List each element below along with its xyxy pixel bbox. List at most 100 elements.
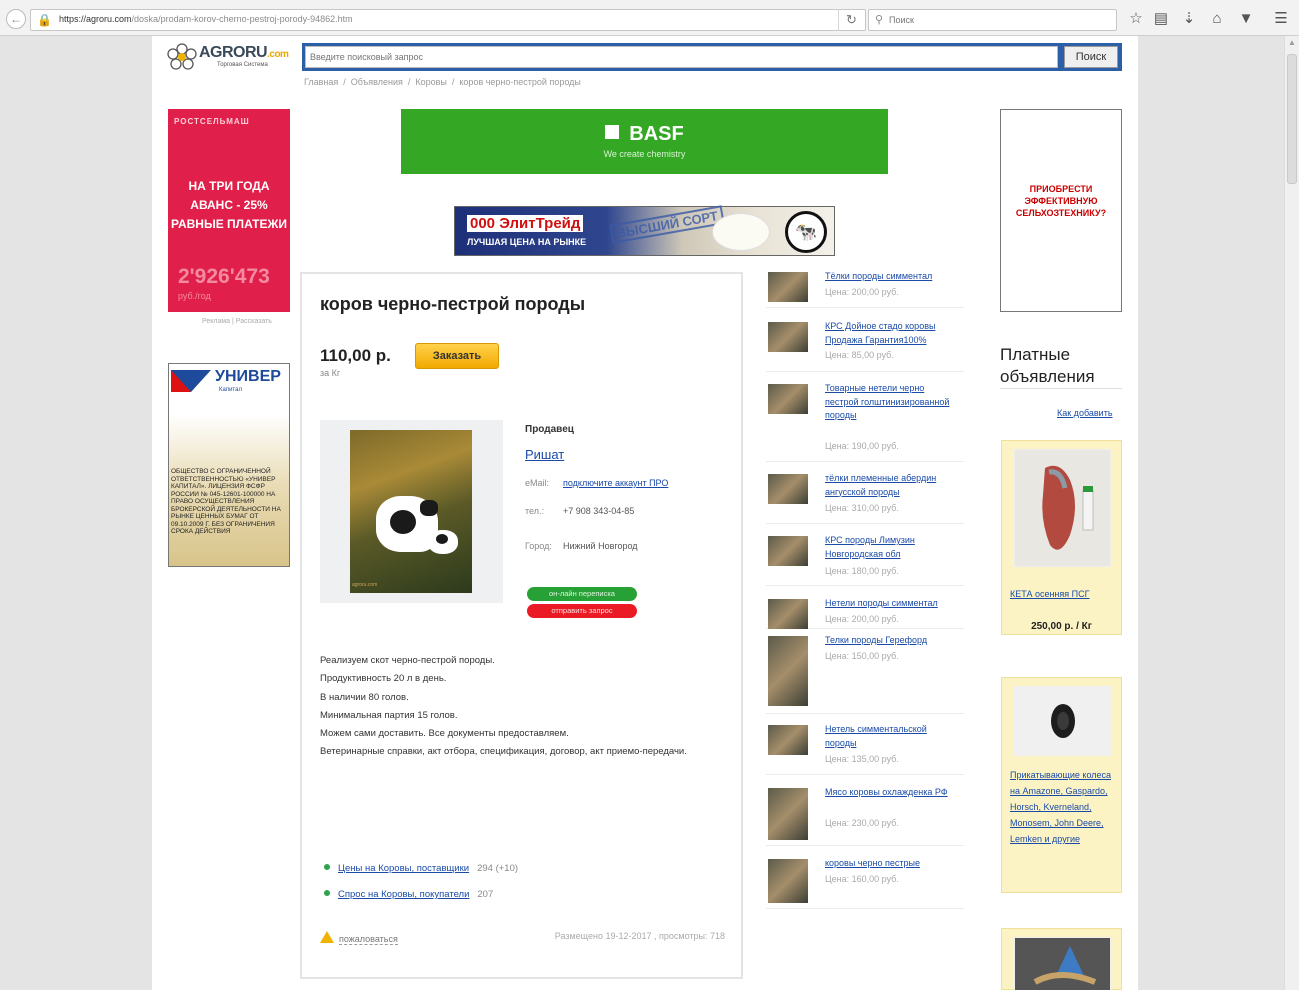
lock-icon: 🔒: [37, 13, 52, 27]
listing-thumbnail: [768, 788, 808, 840]
address-bar[interactable]: 🔒 https://agroru.com/doska/prodam-korov-…: [30, 9, 866, 31]
pocket-icon[interactable]: ▼: [1236, 9, 1256, 29]
listing-description: Реализуем скот черно-пестрой породы. Про…: [320, 655, 687, 758]
pro-account-link[interactable]: подключите аккаунт ПРО: [563, 478, 668, 488]
milk-glass-icon: [712, 213, 770, 251]
address-url: https://agroru.com/doska/prodam-korov-ch…: [59, 14, 353, 24]
reload-icon[interactable]: ↻: [838, 9, 864, 31]
logo-subtitle: Торговая Система: [217, 62, 268, 68]
online-chat-button[interactable]: он-лайн переписка: [527, 587, 637, 601]
listing-thumbnail: [768, 599, 808, 629]
divider: [1000, 388, 1122, 389]
supplier-prices-link[interactable]: Цены на Коровы, поставщики: [338, 863, 469, 874]
star-icon[interactable]: ☆: [1126, 9, 1146, 29]
list-item[interactable]: Тёлки породы симментал Цена: 200,00 руб.: [766, 270, 964, 308]
send-request-button[interactable]: отправить запрос: [527, 604, 637, 618]
listing-photo-frame: agroru.com: [320, 420, 503, 603]
clipboard-icon[interactable]: ▤: [1151, 9, 1171, 29]
bullet-icon: [324, 864, 330, 870]
bullet-icon: [324, 890, 330, 896]
ad-links[interactable]: Реклама | Рассказать: [202, 318, 272, 325]
list-item[interactable]: Телки породы Герефорд Цена: 150,00 руб.: [766, 634, 964, 714]
how-to-add-link[interactable]: Как добавить: [1057, 408, 1113, 418]
basf-tagline: We create chemistry: [603, 149, 686, 159]
basf-square-icon: [605, 125, 620, 139]
back-icon[interactable]: ←: [6, 9, 26, 29]
seller-email-row: eMail: подключите аккаунт ПРО: [525, 478, 669, 488]
breadcrumb-home[interactable]: Главная: [304, 77, 338, 87]
list-item[interactable]: Товарные нетели черно пестрой голштинизи…: [766, 382, 964, 462]
univer-ad[interactable]: УНИВЕР Капитал ОБЩЕСТВО С ОГРАНИЧЕННОЙ О…: [168, 363, 290, 567]
listing-thumbnail: [768, 859, 808, 903]
menu-icon[interactable]: ☰: [1271, 9, 1291, 29]
site-search-bar: Поиск: [302, 43, 1122, 71]
paid-listing-image: [1014, 686, 1111, 756]
seller-city-row: Город: Нижний Новгород: [525, 541, 638, 551]
breadcrumb-current: коров черно-пестрой породы: [459, 77, 581, 87]
paid-listing-card[interactable]: Прикатывающие колеса на Amazone, Gaspard…: [1001, 677, 1122, 893]
list-item[interactable]: Мясо коровы охлажденка РФ Цена: 230,00 р…: [766, 786, 964, 846]
seller-name-link[interactable]: Ришат: [525, 447, 564, 462]
elittreid-ad[interactable]: 000 ЭлитТрейд ЛУЧШАЯ ЦЕНА НА РЫНКЕ ВЫСШИ…: [454, 205, 835, 256]
page-title: коров черно-пестрой породы: [320, 294, 586, 314]
flower-logo-icon: [167, 43, 197, 70]
listing-thumbnail: [768, 725, 808, 755]
browser-search-input[interactable]: [889, 12, 1109, 28]
paid-listings-title: Платные объявления: [1000, 345, 1095, 386]
ad-brand: 000 ЭлитТрейд: [467, 215, 584, 232]
site-logo[interactable]: AGRORU.com Торговая Система: [167, 42, 292, 72]
ad-brand: УНИВЕР: [215, 368, 281, 385]
warning-icon: [320, 931, 334, 943]
list-item[interactable]: коровы черно пестрые Цена: 160,00 руб.: [766, 857, 964, 909]
list-item[interactable]: Нетель симментальской породы Цена: 135,0…: [766, 723, 964, 775]
complain-link[interactable]: пожаловаться: [320, 931, 398, 945]
buyer-demand-row: Спрос на Коровы, покупатели 207: [324, 889, 493, 900]
ad-offer: НА ТРИ ГОДА АВАНС - 25% РАВНЫЕ ПЛАТЕЖИ: [171, 179, 287, 231]
breadcrumb-listings[interactable]: Объявления: [351, 77, 403, 87]
supplier-prices-row: Цены на Коровы, поставщики 294 (+10): [324, 863, 518, 874]
browser-search-box[interactable]: ⚲: [868, 9, 1117, 31]
list-item[interactable]: КРС Дойное стадо коровы Продажа Гарантия…: [766, 320, 964, 372]
listing-thumbnail: [768, 636, 808, 706]
listing-thumbnail: [768, 474, 808, 504]
list-item[interactable]: тёлки племенные абердин ангусской породы…: [766, 472, 964, 524]
download-icon[interactable]: ⇣: [1179, 9, 1199, 29]
buyer-count: 207: [477, 889, 494, 900]
listing-thumbnail: [768, 272, 808, 302]
paid-listing-card[interactable]: КЕТА осенняя ПСГ 250,00 р. / Кг: [1001, 440, 1122, 635]
search-icon: ⚲: [875, 14, 884, 26]
basf-ad[interactable]: BASF We create chemistry: [401, 109, 888, 174]
paid-listing-image: [1014, 937, 1111, 990]
ad-price-unit: руб./год: [178, 291, 211, 301]
paid-listing-name[interactable]: Прикатывающие колеса на Amazone, Gaspard…: [1010, 767, 1118, 847]
rostselmash-ad[interactable]: РОСТСЕЛЬМАШ НА ТРИ ГОДА АВАНС - 25% РАВН…: [168, 109, 290, 312]
paid-listing-image: [1014, 449, 1111, 567]
list-item[interactable]: Нетели породы симментал Цена: 200,00 руб…: [766, 597, 964, 629]
listing-photo[interactable]: agroru.com: [350, 430, 472, 593]
ad-brand: РОСТСЕЛЬМАШ: [174, 117, 250, 126]
ad-price: 2'926'473: [178, 265, 270, 288]
scroll-thumb[interactable]: [1287, 54, 1297, 184]
seller-phone: +7 908 343-04-85: [563, 506, 635, 516]
buyer-demand-link[interactable]: Спрос на Коровы, покупатели: [338, 889, 469, 900]
page-scrollbar[interactable]: ▲: [1284, 36, 1299, 990]
scroll-up-icon[interactable]: ▲: [1288, 38, 1296, 47]
ad-text: ПРИОБРЕСТИ ЭФФЕКТИВНУЮ СЕЛЬХОЗТЕХНИКУ?: [1015, 184, 1107, 218]
breadcrumb-cows[interactable]: Коровы: [415, 77, 447, 87]
paid-listing-name[interactable]: КЕТА осенняя ПСГ: [1010, 586, 1118, 602]
site-search-input[interactable]: [305, 46, 1058, 68]
breadcrumb: Главная / Объявления / Коровы / коров черно-пе…: [304, 77, 581, 87]
list-item[interactable]: КРС породы Лимузин Новгородская обл Цена…: [766, 534, 964, 586]
order-button[interactable]: Заказать: [415, 343, 499, 369]
seller-heading: Продавец: [525, 424, 574, 435]
univer-flag-icon: [171, 370, 211, 392]
price-unit: за Кг: [320, 368, 341, 378]
home-icon[interactable]: ⌂: [1207, 9, 1227, 29]
ad-slogan: ЛУЧШАЯ ЦЕНА НА РЫНКЕ: [467, 237, 587, 247]
site-search-button[interactable]: Поиск: [1064, 46, 1118, 68]
agritech-ad[interactable]: ПРИОБРЕСТИ ЭФФЕКТИВНУЮ СЕЛЬХОЗТЕХНИКУ?: [1000, 109, 1122, 312]
paid-listing-card[interactable]: [1001, 928, 1122, 990]
seller-phone-row: тел.: +7 908 343-04-85: [525, 506, 635, 516]
logo-text: AGRORU.com: [199, 44, 289, 61]
paid-listing-price: 250,00 р. / Кг: [1031, 621, 1092, 632]
